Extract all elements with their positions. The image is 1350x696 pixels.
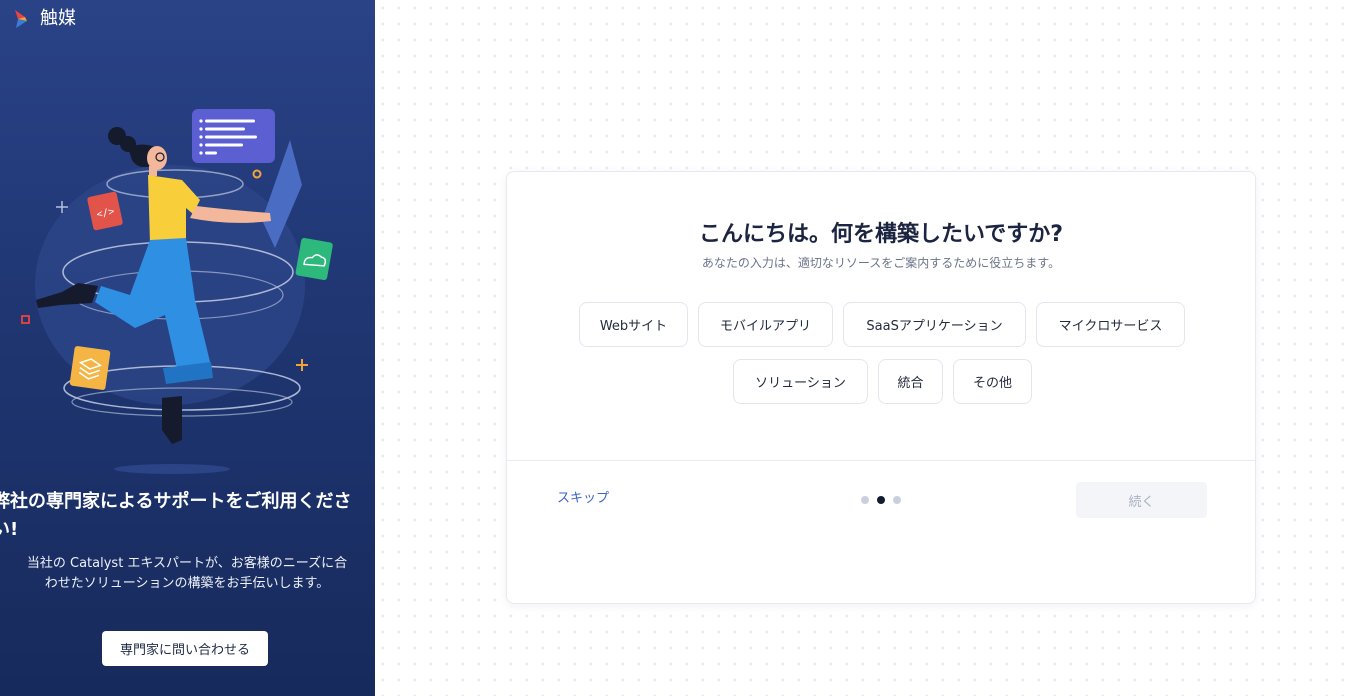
step-dot [861, 496, 869, 504]
onboarding-card: こんにちは。何を構築したいですか? あなたの入力は、適切なリソースをご案内するた… [506, 171, 1256, 604]
step-indicator [861, 496, 901, 504]
option-other[interactable]: その他 [953, 359, 1032, 404]
support-heading: 弊社の専門家によるサポートをご利用ください! [0, 491, 352, 540]
step-dot [893, 496, 901, 504]
card-divider [507, 460, 1255, 461]
card-subtitle: あなたの入力は、適切なリソースをご案内するために役立ちます。 [701, 256, 1061, 270]
developer-illustration: </> [21, 109, 333, 474]
catalyst-logo-icon [15, 10, 27, 28]
brand-name: 触媒 [40, 8, 76, 29]
card-title: こんにちは。何を構築したいですか? [698, 222, 1064, 247]
skip-link[interactable]: スキップ [557, 489, 609, 509]
contact-expert-button[interactable]: 専門家に問い合わせる [102, 631, 268, 666]
left-panel: 触媒 </> 弊社の専門家によるサポートをご利用ください! 当社の Cataly… [0, 0, 375, 696]
option-microservices[interactable]: マイクロサービス [1036, 302, 1185, 347]
step-dot-active [877, 496, 885, 504]
support-description: 当社の Catalyst エキスパートが、お客様のニーズに合わせたソリューション… [26, 556, 348, 591]
continue-button[interactable]: 続く [1076, 482, 1207, 518]
option-integration[interactable]: 統合 [878, 359, 943, 404]
option-mobile-app[interactable]: モバイルアプリ [698, 302, 833, 347]
brand[interactable]: 触媒 [10, 8, 76, 30]
option-website[interactable]: Webサイト [579, 302, 688, 347]
option-saas-application[interactable]: SaaSアプリケーション [843, 302, 1026, 347]
option-solution[interactable]: ソリューション [733, 359, 868, 404]
